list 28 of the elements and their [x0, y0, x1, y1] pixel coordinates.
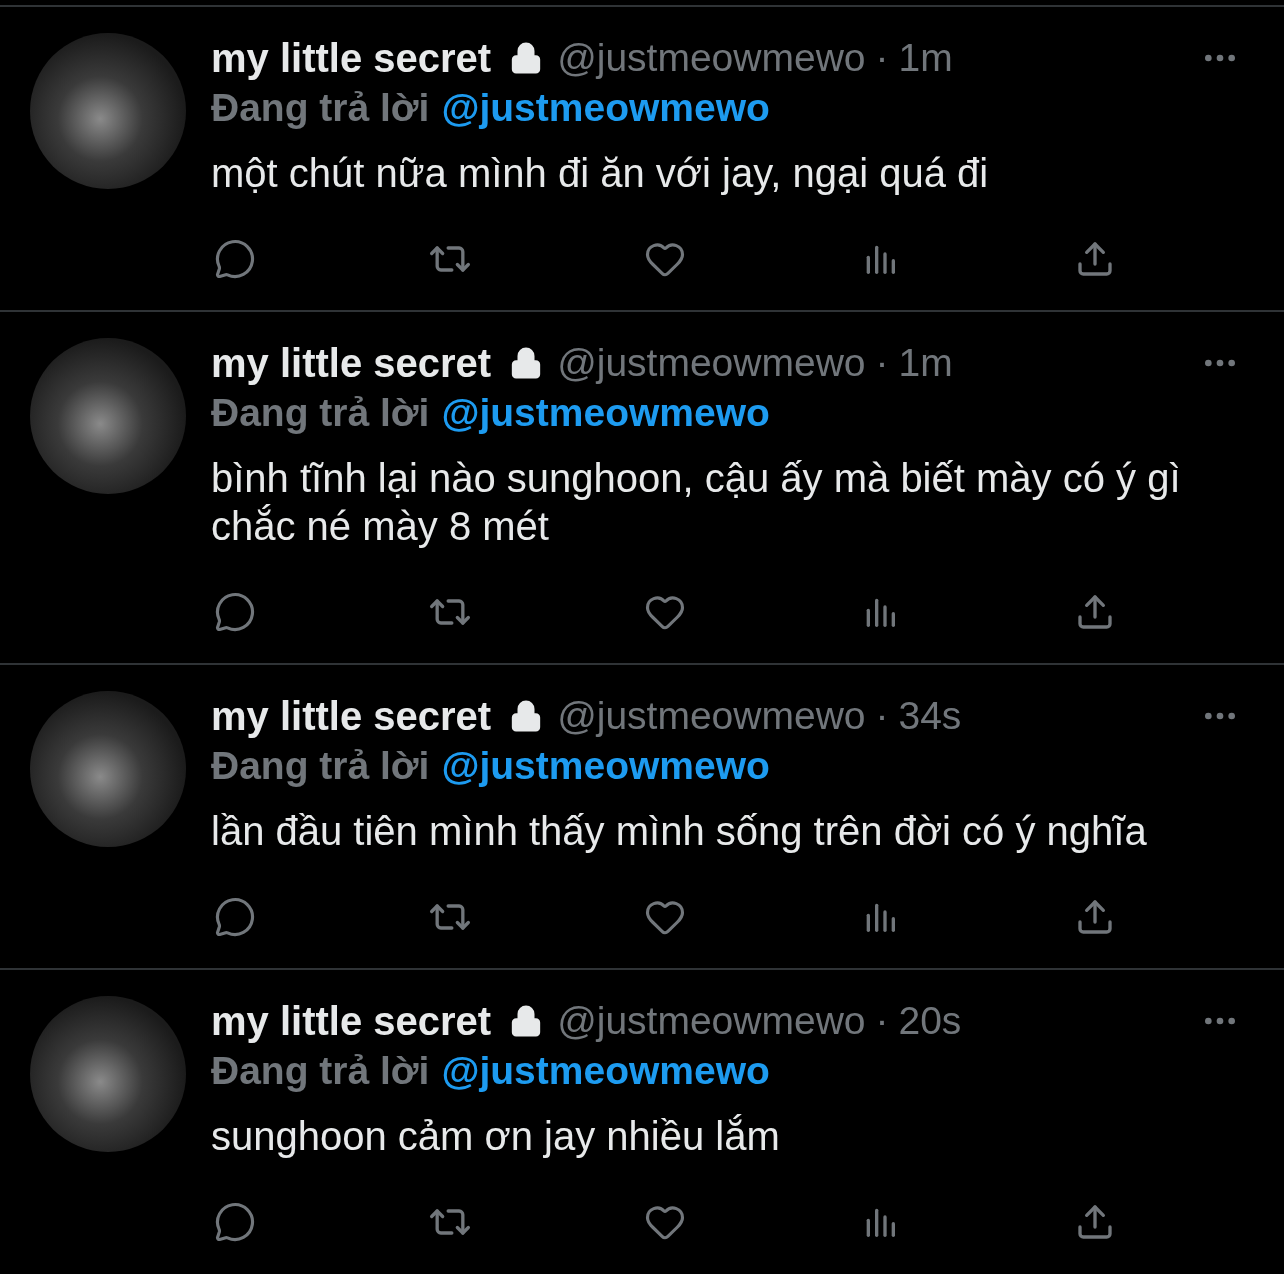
reply-label: Đang trả lời	[211, 1049, 430, 1093]
display-name: my little secret	[211, 35, 492, 81]
timestamp: 20s	[898, 999, 962, 1043]
timestamp: 1m	[898, 341, 953, 385]
username: @justmeowmewo	[557, 694, 866, 738]
tweet-text: một chút nữa mình đi ăn với jay, ngại quá đi	[211, 150, 990, 197]
tweet-text: lần đầu tiên mình thấy mình sống trên đời có ý nghĩa	[211, 808, 1148, 855]
display-name: my little secret	[211, 340, 492, 386]
reply-label: Đang trả lời	[211, 391, 430, 435]
mention-link[interactable]: @justmeowmewo	[441, 744, 770, 788]
display-name: my little secret	[211, 693, 492, 739]
separator-dot: ·	[875, 36, 889, 80]
tweet-text: sunghoon cảm ơn jay nhiều lắm	[211, 1113, 781, 1160]
timestamp: 34s	[898, 694, 962, 738]
username: @justmeowmewo	[557, 36, 866, 80]
display-name: my little secret	[211, 998, 492, 1044]
mention-link[interactable]: @justmeowmewo	[441, 1049, 770, 1093]
reply-label: Đang trả lời	[211, 86, 430, 130]
reply-label: Đang trả lời	[211, 744, 430, 788]
username: @justmeowmewo	[557, 341, 866, 385]
mention-link[interactable]: @justmeowmewo	[441, 391, 770, 435]
username: @justmeowmewo	[557, 999, 866, 1043]
tweet-text: bình tĩnh lại nào sunghoon, cậu ấy mà biết mày có ý gì chắc né mày 8 mét	[211, 455, 1182, 550]
separator-dot: ·	[875, 694, 889, 738]
timestamp: 1m	[898, 36, 953, 80]
separator-dot: ·	[875, 999, 889, 1043]
mention-link[interactable]: @justmeowmewo	[441, 86, 770, 130]
separator-dot: ·	[875, 341, 889, 385]
